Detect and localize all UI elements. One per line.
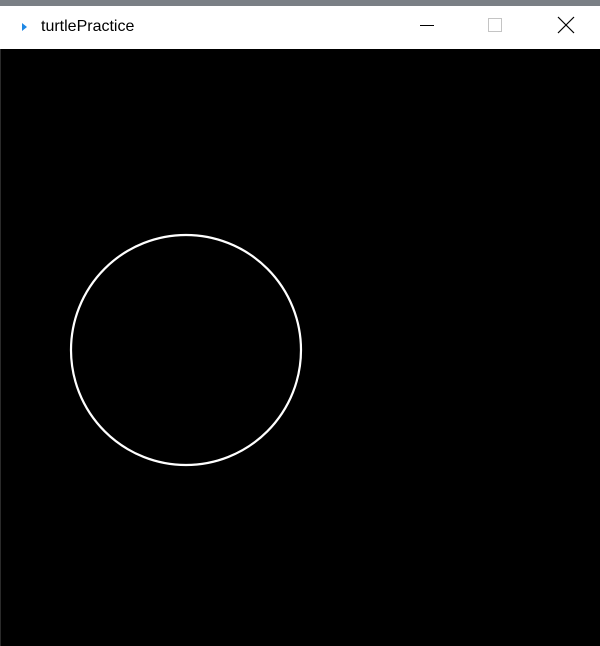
maximize-icon xyxy=(487,17,503,38)
turtle-arrow-icon xyxy=(20,21,30,35)
close-button[interactable] xyxy=(543,6,589,49)
minimize-button[interactable] xyxy=(404,6,450,49)
close-icon xyxy=(557,16,575,39)
app-window: turtlePractice xyxy=(0,0,600,646)
minimize-icon xyxy=(419,17,435,38)
drawing-surface xyxy=(69,233,303,467)
maximize-button[interactable] xyxy=(472,6,518,49)
window-title: turtlePractice xyxy=(41,18,135,35)
title-bar[interactable]: turtlePractice xyxy=(0,6,600,49)
drawn-circle xyxy=(69,233,303,467)
window-left-edge xyxy=(0,49,1,646)
turtle-canvas[interactable] xyxy=(0,49,600,646)
